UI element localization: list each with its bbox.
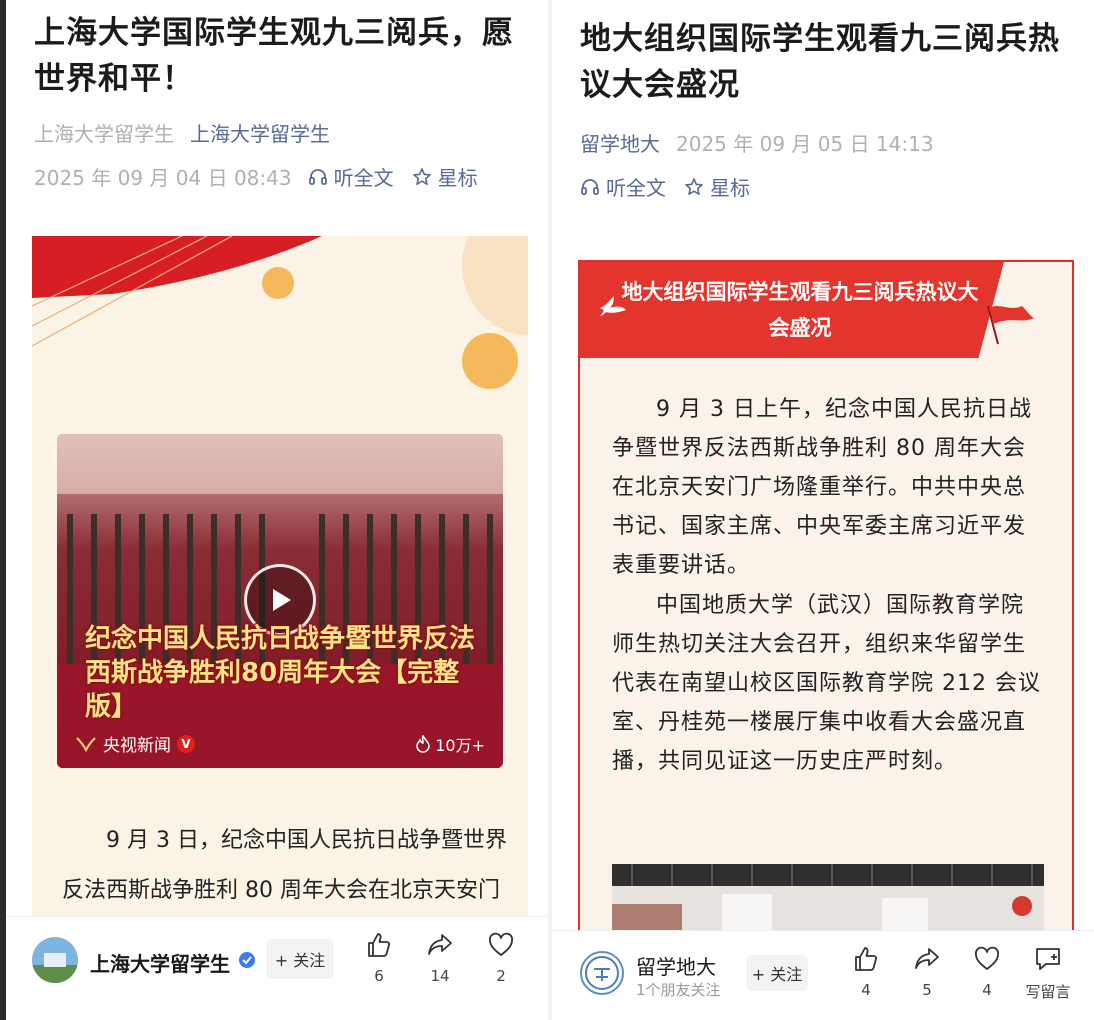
channel-logo-icon	[76, 736, 96, 752]
headphones-icon	[581, 178, 599, 195]
video-view-count: 10万+	[435, 736, 485, 755]
article-paragraph: 9 月 3 日，纪念中国人民抗日战争暨世界反法西斯战争胜利 80 周年大会在北京…	[62, 828, 507, 903]
article-bottom-bar: 留学地大 1个朋友关注 + 关注 4 5 4 写留言	[552, 930, 1094, 1020]
account-followers: 1个朋友关注	[636, 981, 721, 999]
share-button[interactable]: 14	[410, 931, 470, 985]
banner-title: 地大组织国际学生观看九三阅兵热议大会盛况	[621, 280, 979, 340]
share-count: 5	[922, 981, 932, 999]
article-title: 上海大学国际学生观九三阅兵，愿世界和平！	[34, 15, 514, 97]
favorite-button[interactable]: 4	[957, 945, 1017, 999]
video-views: 10万+	[415, 732, 485, 756]
star-label: 星标	[710, 176, 750, 200]
avatar[interactable]	[580, 951, 624, 995]
article-left: 上海大学国际学生观九三阅兵，愿世界和平！ 上海大学留学生 上海大学留学生 202…	[6, 0, 548, 1020]
article-meta: 上海大学留学生 上海大学留学生	[34, 118, 330, 147]
publish-datetime: 2025 年 09 月 04 日 08:43	[34, 166, 292, 190]
account-avatar-image	[32, 937, 78, 983]
thumbs-up-icon	[368, 933, 391, 957]
fire-icon	[416, 735, 430, 753]
play-icon	[273, 589, 291, 611]
article-bottom-bar: 上海大学留学生 + 关注 6 14 2	[6, 916, 548, 1020]
star-icon	[685, 177, 703, 195]
share-count: 14	[430, 967, 450, 985]
listen-label: 听全文	[333, 166, 394, 190]
thumbs-up-icon	[855, 947, 878, 971]
follow-button[interactable]: + 关注	[266, 939, 334, 979]
article-meta: 留学地大 2025 年 09 月 05 日 14:13	[580, 128, 934, 157]
article-right: 地大组织国际学生观看九三阅兵热议大会盛况 留学地大 2025 年 09 月 05…	[552, 0, 1094, 1020]
comment-button[interactable]: 写留言	[1018, 945, 1078, 1002]
video-source-name: 央视新闻	[103, 736, 171, 756]
verified-icon: V	[177, 734, 195, 753]
account-name[interactable]: 上海大学留学生	[90, 948, 230, 977]
favorite-button[interactable]: 2	[471, 931, 531, 985]
heart-icon	[489, 932, 513, 956]
headphones-icon	[308, 168, 327, 185]
star-icon	[412, 167, 431, 185]
like-count: 6	[374, 967, 384, 985]
share-icon	[428, 934, 452, 955]
video-caption: 纪念中国人民抗日战争暨世界反法西斯战争胜利80周年大会【完整版】	[85, 624, 476, 722]
flag-icon	[987, 305, 1034, 345]
avatar[interactable]	[32, 937, 78, 983]
like-button[interactable]: 6	[349, 931, 409, 985]
like-button[interactable]: 4	[836, 945, 896, 999]
star-button[interactable]: 星标	[684, 172, 750, 201]
account-link[interactable]: 上海大学留学生	[190, 118, 330, 147]
like-count: 4	[861, 981, 871, 999]
publish-datetime: 2025 年 09 月 05 日 14:13	[676, 132, 934, 156]
share-button[interactable]: 5	[897, 945, 957, 999]
account-name[interactable]: 留学地大	[636, 951, 716, 980]
verified-icon	[239, 952, 255, 968]
university-logo-icon	[585, 956, 619, 990]
listen-button[interactable]: 听全文	[580, 172, 666, 201]
comment-icon	[1036, 948, 1060, 970]
poster-decoration	[32, 236, 528, 389]
follow-button[interactable]: + 关注	[746, 955, 808, 991]
article-card: 地大组织国际学生观看九三阅兵热议大会盛况 9 月 3 日上午，纪念中国人民抗日战…	[578, 260, 1074, 960]
account-link[interactable]: 留学地大	[580, 128, 660, 157]
share-icon	[915, 948, 939, 969]
article-paragraph-1: 9 月 3 日上午，纪念中国人民抗日战争暨世界反法西斯战争胜利 80 周年大会在…	[612, 397, 1032, 578]
article-meta-row2: 听全文 星标	[580, 172, 768, 201]
heart-icon	[975, 946, 999, 970]
article-title: 地大组织国际学生观看九三阅兵热议大会盛况	[580, 21, 1060, 103]
comment-label: 写留言	[1025, 983, 1071, 1001]
listen-label: 听全文	[606, 176, 666, 200]
star-button[interactable]: 星标	[412, 162, 478, 191]
favorite-count: 2	[496, 967, 506, 985]
video-player[interactable]: 纪念中国人民抗日战争暨世界反法西斯战争胜利80周年大会【完整版】 央视新闻 V …	[57, 434, 503, 768]
article-paragraph-2: 中国地质大学（武汉）国际教育学院师生热切关注大会召开，组织来华留学生代表在南望山…	[612, 593, 1041, 774]
star-label: 星标	[437, 166, 478, 190]
video-source: 央视新闻 V	[75, 731, 195, 756]
article-poster: 纪念中国人民抗日战争暨世界反法西斯战争胜利80周年大会【完整版】 央视新闻 V …	[32, 236, 528, 926]
author-name: 上海大学留学生	[34, 122, 174, 146]
favorite-count: 4	[982, 981, 992, 999]
article-meta-row2: 2025 年 09 月 04 日 08:43 听全文 星标	[34, 162, 496, 191]
listen-button[interactable]: 听全文	[308, 162, 394, 191]
